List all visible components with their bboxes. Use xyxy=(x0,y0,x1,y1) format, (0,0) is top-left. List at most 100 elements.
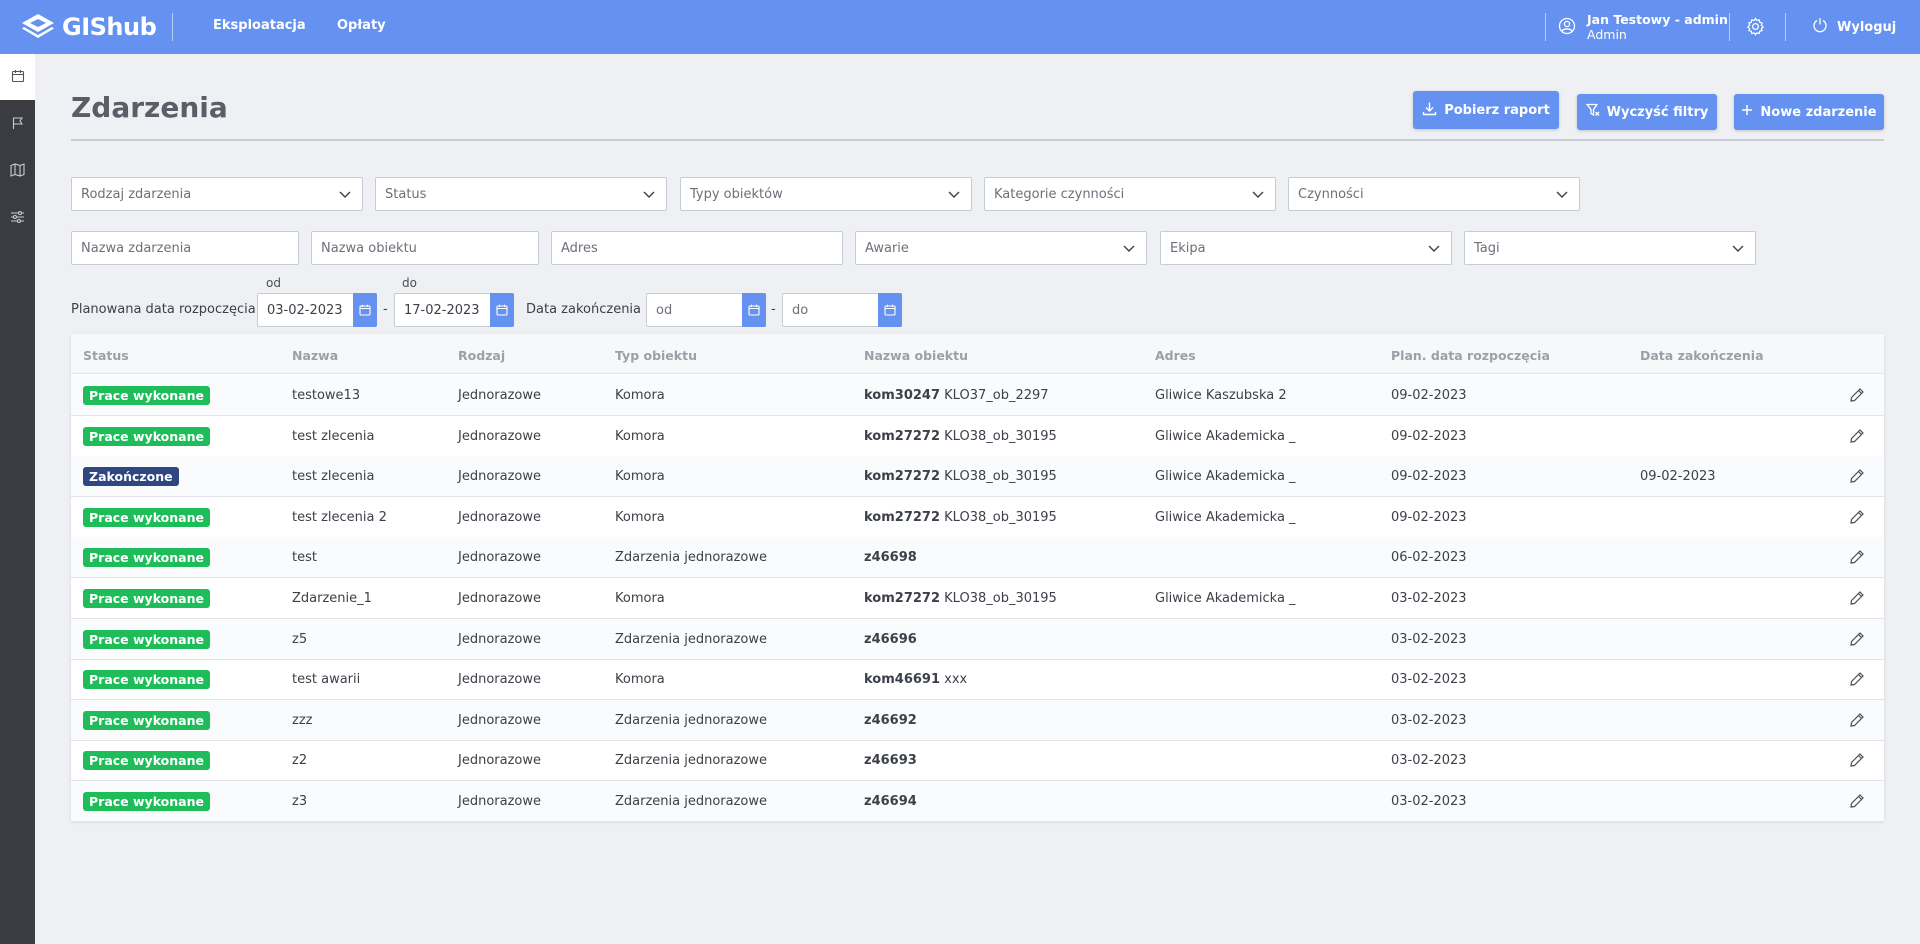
tags-select[interactable]: Tagi xyxy=(1464,231,1756,265)
event-name-placeholder: Nazwa zdarzenia xyxy=(81,240,192,256)
sliders-icon xyxy=(10,209,25,228)
event-type-select[interactable]: Rodzaj zdarzenia xyxy=(71,177,363,211)
activity-categories-placeholder: Kategorie czynności xyxy=(994,186,1125,202)
activity-categories-select[interactable]: Kategorie czynności xyxy=(984,177,1276,211)
logout-button[interactable]: Wyloguj xyxy=(1812,17,1896,37)
download-icon xyxy=(1422,101,1444,120)
failures-select[interactable]: Awarie xyxy=(855,231,1147,265)
object-code: kom30247 xyxy=(864,388,941,403)
nav-item-eksploatacja[interactable]: Eksploatacja xyxy=(213,18,306,33)
edit-icon[interactable] xyxy=(1849,387,1865,407)
sidebar-item-calendar[interactable] xyxy=(0,54,35,100)
app-logo[interactable]: GIShub xyxy=(20,9,157,45)
object-label: KLO38_ob_30195 xyxy=(944,428,1057,444)
table-row[interactable]: Prace wykonane Zdarzenie_1 Jednorazowe Komo… xyxy=(71,578,1884,619)
new-event-button[interactable]: Nowe zdarzenie xyxy=(1734,94,1884,130)
status-badge: Prace wykonane xyxy=(83,507,210,527)
edit-icon[interactable] xyxy=(1849,468,1865,488)
date-range-separator: - xyxy=(383,302,388,317)
calendar-icon xyxy=(11,68,25,87)
calendar-icon[interactable] xyxy=(490,293,514,327)
calendar-icon[interactable] xyxy=(878,293,902,327)
cell-name: Zdarzenie_1 xyxy=(292,591,372,606)
chevron-down-icon xyxy=(1555,187,1569,205)
status-badge: Zakończone xyxy=(83,467,179,487)
cell-object-name: kom30247 KLO37_ob_2297 xyxy=(864,388,1049,403)
end-to-date[interactable]: do xyxy=(782,293,902,327)
date-range-separator: - xyxy=(771,302,776,317)
sidebar-item-settings[interactable] xyxy=(0,195,35,241)
edit-icon[interactable] xyxy=(1849,712,1865,732)
status-select[interactable]: Status xyxy=(375,177,667,211)
sidebar-item-flag[interactable] xyxy=(0,101,35,147)
edit-icon[interactable] xyxy=(1849,752,1865,772)
event-name-input[interactable]: Nazwa zdarzenia xyxy=(71,231,299,265)
nav-item-oplaty[interactable]: Opłaty xyxy=(337,18,386,33)
clear-filters-button[interactable]: Wyczyść filtry xyxy=(1577,94,1717,130)
end-date-label: Data zakończenia xyxy=(526,302,642,317)
end-to-placeholder: do xyxy=(792,302,809,318)
edit-icon[interactable] xyxy=(1849,631,1865,651)
column-header-status[interactable]: Status xyxy=(83,348,129,363)
chevron-down-icon xyxy=(642,187,656,205)
edit-icon[interactable] xyxy=(1849,671,1865,691)
object-name-input[interactable]: Nazwa obiektu xyxy=(311,231,539,265)
column-header-object-name[interactable]: Nazwa obiektu xyxy=(864,348,968,363)
table-row[interactable]: Prace wykonane test zlecenia 2 Jednorazowe… xyxy=(71,497,1884,538)
calendar-icon[interactable] xyxy=(353,293,377,327)
edit-icon[interactable] xyxy=(1849,793,1865,813)
table-row[interactable]: Prace wykonane z5 Jednorazowe Zdarzenia jed… xyxy=(71,618,1884,660)
table-row[interactable]: Prace wykonane z2 Jednorazowe Zdarzenia jed… xyxy=(71,740,1884,782)
header-divider xyxy=(1785,13,1786,41)
table-row[interactable]: Zakończone test zlecenia Jednorazowe Komora… xyxy=(71,456,1884,498)
column-header-end-date[interactable]: Data zakończenia xyxy=(1640,348,1764,363)
cell-planned-start: 09-02-2023 xyxy=(1391,509,1467,525)
planned-to-date[interactable]: 17-02-2023 xyxy=(394,293,514,327)
edit-icon[interactable] xyxy=(1849,549,1865,569)
cell-object-type: Komora xyxy=(615,509,665,525)
cell-address: Gliwice Kaszubska 2 xyxy=(1155,388,1287,403)
table-row[interactable]: Prace wykonane test Jednorazowe Zdarzenia j… xyxy=(71,537,1884,579)
edit-icon[interactable] xyxy=(1849,428,1865,448)
address-placeholder: Adres xyxy=(561,240,598,256)
table-row[interactable]: Prace wykonane testowe13 Jednorazowe Komora… xyxy=(71,375,1884,416)
download-report-button[interactable]: Pobierz raport xyxy=(1413,91,1559,129)
cell-name: z5 xyxy=(292,631,308,647)
column-header-object-type[interactable]: Typ obiektu xyxy=(615,348,697,363)
title-divider xyxy=(71,139,1884,141)
column-header-kind[interactable]: Rodzaj xyxy=(458,348,505,363)
status-badge: Prace wykonane xyxy=(83,426,210,446)
table-row[interactable]: Prace wykonane test zlecenia Jednorazowe Ko… xyxy=(71,416,1884,457)
cell-object-name: kom46691 xxx xyxy=(864,672,967,687)
object-code: kom27272 xyxy=(864,509,941,525)
column-header-name[interactable]: Nazwa xyxy=(292,348,338,363)
end-from-date[interactable]: od xyxy=(646,293,766,327)
status-badge: Prace wykonane xyxy=(83,792,210,811)
user-role: Admin xyxy=(1587,27,1627,42)
chevron-down-icon xyxy=(1122,241,1136,259)
edit-icon[interactable] xyxy=(1849,590,1865,610)
cell-name: zzz xyxy=(292,712,313,728)
cell-kind: Jednorazowe xyxy=(458,672,541,688)
column-header-planned-start[interactable]: Plan. data rozpoczęcia xyxy=(1391,348,1550,363)
gear-icon[interactable] xyxy=(1746,17,1765,40)
calendar-icon[interactable] xyxy=(742,293,766,327)
status-badge: Prace wykonane xyxy=(83,386,210,405)
object-label: KLO38_ob_30195 xyxy=(944,469,1057,485)
table-row[interactable]: Prace wykonane z3 Jednorazowe Zdarzenia jed… xyxy=(71,781,1884,822)
address-input[interactable]: Adres xyxy=(551,231,843,265)
crew-select[interactable]: Ekipa xyxy=(1160,231,1452,265)
object-types-select[interactable]: Typy obiektów xyxy=(680,177,972,211)
cell-object-name: kom27272 KLO38_ob_30195 xyxy=(864,510,1057,525)
cell-name: test zlecenia xyxy=(292,428,375,444)
table-row[interactable]: Prace wykonane zzz Jednorazowe Zdarzenia je… xyxy=(71,699,1884,741)
object-label: KLO38_ob_30195 xyxy=(944,509,1057,525)
sidebar xyxy=(0,54,35,944)
edit-icon[interactable] xyxy=(1849,509,1865,529)
activities-select[interactable]: Czynności xyxy=(1288,177,1580,211)
planned-from-date[interactable]: 03-02-2023 xyxy=(257,293,377,327)
events-table: Status Nazwa Rodzaj Typ obiektu Nazwa ob… xyxy=(71,334,1884,822)
table-row[interactable]: Prace wykonane test awarii Jednorazowe Komo… xyxy=(71,659,1884,701)
column-header-address[interactable]: Adres xyxy=(1155,348,1196,363)
sidebar-item-map[interactable] xyxy=(0,148,35,194)
